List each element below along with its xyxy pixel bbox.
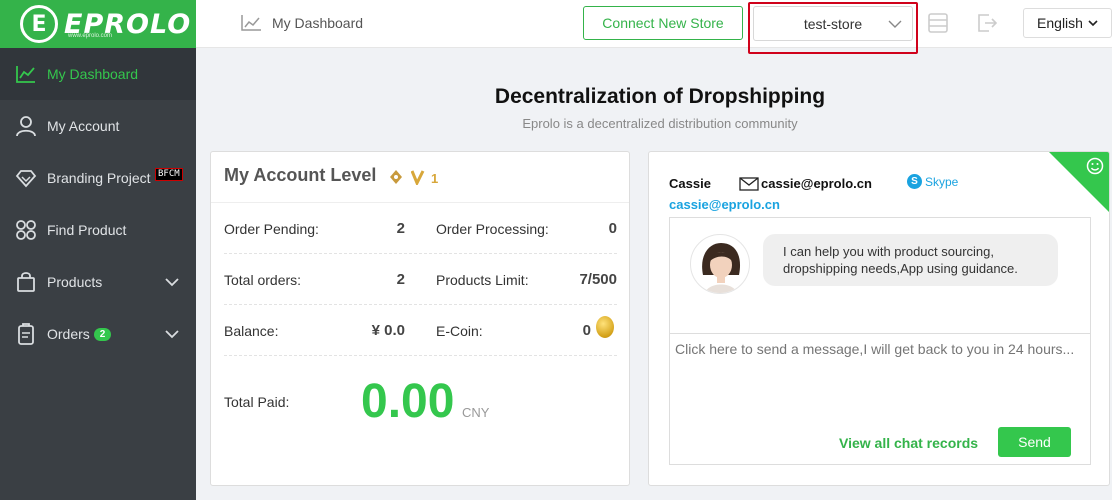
orders-count-badge: 2: [93, 327, 112, 341]
agent-message-bubble: I can help you with product sourcing, dr…: [763, 234, 1058, 286]
language-selector-value: English: [1037, 15, 1083, 31]
sidebar-item-orders[interactable]: Orders 2: [0, 308, 196, 360]
store-selector-value: test-store: [803, 15, 863, 32]
user-icon: [15, 115, 37, 137]
chart-line-icon: [241, 15, 261, 31]
logo-mark-icon: E: [20, 5, 58, 43]
diamond-icon: [15, 167, 37, 189]
skype-label: Skype: [925, 174, 959, 189]
sidebar-item-label: Products: [47, 274, 103, 290]
sidebar-item-branding-project[interactable]: Branding Project BFCM: [0, 152, 196, 204]
message-area: I can help you with product sourcing, dr…: [670, 218, 1090, 334]
sidebar: E EPROLO www.eprolo.com My Dashboard My …: [0, 0, 196, 500]
sidebar-item-find-product[interactable]: Find Product: [0, 204, 196, 256]
skype-link[interactable]: S Skype: [907, 174, 958, 189]
breadcrumb-label: My Dashboard: [272, 15, 364, 31]
ecoin-label: E-Coin:: [436, 323, 483, 339]
account-level-card: My Account Level 1 Order Pending: 2 Orde…: [210, 151, 630, 486]
envelope-icon: [739, 176, 759, 191]
account-level-title: My Account Level: [224, 165, 377, 185]
agent-avatar-icon: [702, 243, 741, 293]
breadcrumb: My Dashboard: [240, 14, 363, 32]
products-limit-value: 7/500: [579, 271, 617, 288]
ecoin-icon: [596, 316, 614, 338]
balance-value: ¥ 0.0: [371, 322, 405, 339]
total-paid-label: Total Paid:: [224, 394, 290, 410]
grid-icon: [15, 219, 37, 241]
sidebar-item-label: My Dashboard: [47, 66, 139, 82]
chart-line-icon: [15, 63, 37, 85]
sidebar-item-my-account[interactable]: My Account: [0, 100, 196, 152]
agent-avatar: [690, 234, 750, 294]
language-selector[interactable]: English: [1023, 8, 1112, 38]
send-button[interactable]: Send: [998, 427, 1071, 457]
agent-chat-card: Cassie cassie@eprolo.cn S Skype cassie@e…: [648, 151, 1110, 486]
logout-icon[interactable]: [976, 12, 998, 34]
sidebar-item-my-dashboard[interactable]: My Dashboard: [0, 48, 196, 100]
message-input[interactable]: [670, 335, 1090, 410]
connect-new-store-button[interactable]: Connect New Store: [583, 6, 743, 40]
balance-label: Balance:: [224, 323, 279, 339]
sidebar-item-label: Find Product: [47, 222, 127, 238]
chat-box: I can help you with product sourcing, dr…: [669, 217, 1091, 465]
skype-icon: S: [907, 174, 922, 189]
chevron-down-icon[interactable]: [164, 326, 180, 342]
top-header: My Dashboard Connect New Store test-stor…: [196, 0, 1112, 54]
order-pending-label: Order Pending:: [224, 221, 319, 237]
order-pending-value: 2: [396, 220, 405, 237]
bag-icon: [15, 271, 37, 293]
level-number: 1: [431, 171, 439, 186]
level-badge: 1: [389, 167, 438, 186]
brand-tagline: www.eprolo.com: [68, 33, 113, 39]
total-paid-value: 0.00: [361, 375, 455, 428]
ecoin-value: 0: [582, 322, 591, 339]
view-chat-records-link[interactable]: View all chat records: [839, 435, 978, 451]
sidebar-item-products[interactable]: Products: [0, 256, 196, 308]
order-processing-value: 0: [608, 220, 617, 237]
v-level-icon: [411, 169, 425, 185]
brand-logo[interactable]: E EPROLO www.eprolo.com: [0, 0, 196, 48]
stats-row: Balance: ¥ 0.0 E-Coin: 0: [224, 305, 617, 356]
total-paid-unit: CNY: [462, 405, 490, 420]
database-icon[interactable]: [927, 12, 949, 34]
sidebar-item-label: Orders: [47, 326, 90, 342]
smiley-icon[interactable]: [1086, 157, 1104, 175]
agent-email-link[interactable]: cassie@eprolo.cn: [669, 197, 780, 212]
page-subtitle: Eprolo is a decentralized distribution c…: [522, 116, 798, 131]
sidebar-item-label: Branding Project: [47, 170, 151, 186]
agent-email-text: cassie@eprolo.cn: [761, 176, 872, 191]
store-selector[interactable]: test-store: [753, 6, 913, 41]
stats-row: Total orders: 2 Products Limit: 7/500: [224, 254, 617, 305]
level-diamond-icon: [390, 169, 402, 184]
chevron-down-icon[interactable]: [164, 274, 180, 290]
clipboard-icon: [15, 323, 37, 345]
chevron-down-icon: [888, 20, 902, 28]
order-processing-label: Order Processing:: [436, 221, 549, 237]
chevron-down-icon: [1088, 20, 1098, 27]
total-orders-label: Total orders:: [224, 272, 302, 288]
sidebar-item-label: My Account: [47, 118, 120, 134]
products-limit-label: Products Limit:: [436, 272, 529, 288]
stats-row: Order Pending: 2 Order Processing: 0: [224, 203, 617, 254]
bfcm-badge: BFCM: [155, 168, 183, 181]
total-orders-value: 2: [396, 271, 405, 288]
page-title: Decentralization of Dropshipping: [494, 85, 826, 108]
agent-name: Cassie: [669, 176, 711, 191]
agent-email: cassie@eprolo.cn: [739, 176, 872, 191]
